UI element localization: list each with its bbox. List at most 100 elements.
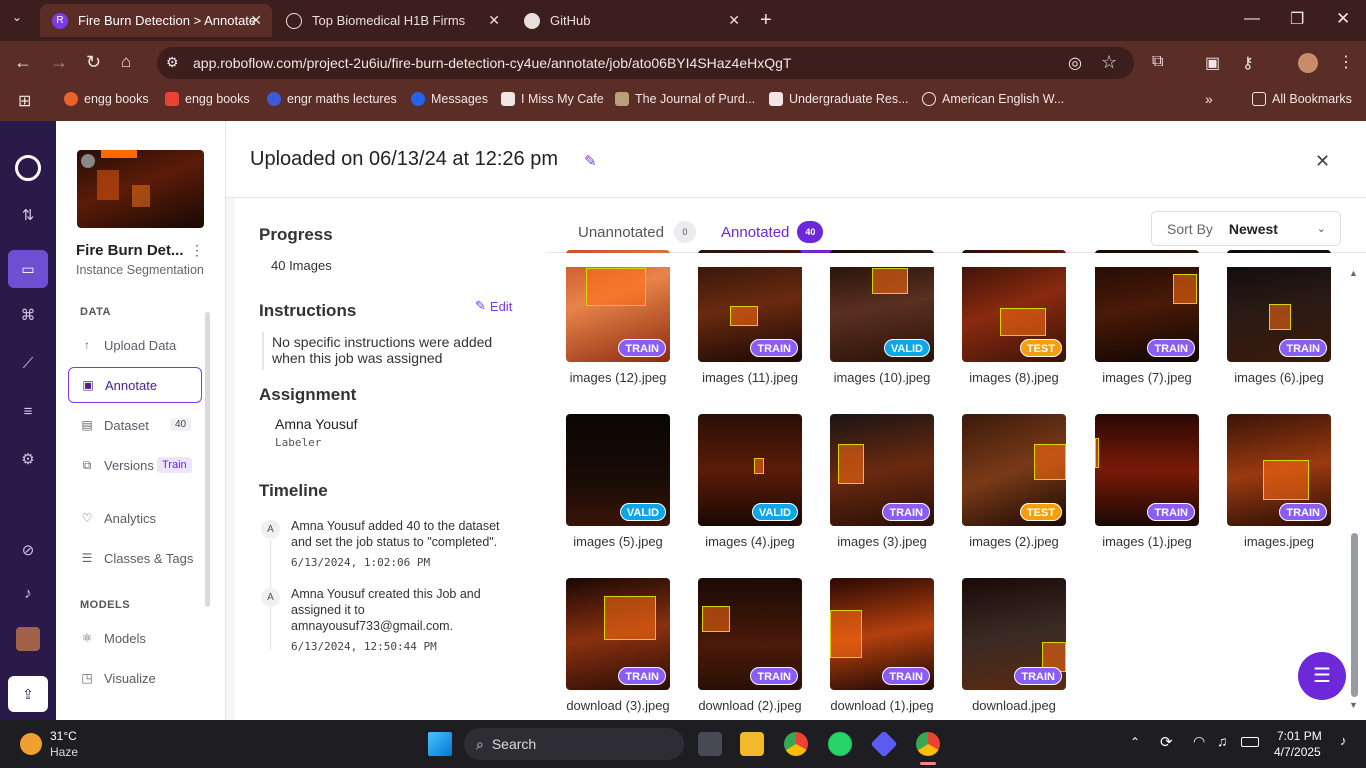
tab-search-icon[interactable]: ⌄ [12,10,22,24]
sidebar-item-upload-data[interactable]: ↑ Upload Data [68,327,202,363]
all-bookmarks[interactable]: All Bookmarks [1252,92,1352,106]
bookmark-1[interactable]: engg books [64,92,149,106]
sidebar-item-versions[interactable]: ⧉ Versions Train [68,447,202,483]
notifications-icon[interactable]: ♪ [18,584,38,604]
home-icon[interactable]: ⌂ [121,52,131,72]
bookmark-7[interactable]: Undergraduate Res... [769,92,909,106]
settings-icon[interactable]: ⚙ [18,450,38,470]
bookmark-6[interactable]: The Journal of Purd... [615,92,755,106]
image-thumbnail[interactable]: TRAIN [698,578,802,690]
annotation-box [1034,444,1066,480]
sidebar-item-visualize[interactable]: ◳ Visualize [68,660,202,696]
image-thumbnail[interactable]: TRAIN [566,578,670,690]
edit-title-icon[interactable]: ✎ [584,152,597,170]
new-tab-icon[interactable]: + [760,9,772,32]
forward-icon[interactable]: → [50,52,68,73]
image-thumbnail[interactable]: TRAIN [962,578,1066,690]
password-key-icon[interactable]: ⚷ [1242,53,1254,73]
taskbar-search[interactable]: ⌕ Search [464,728,684,760]
bookmark-4[interactable]: Messages [411,92,488,106]
universe-icon[interactable]: ⊘ [18,541,38,561]
tab-unannotated[interactable]: Unannotated 0 [578,221,696,243]
projects-icon[interactable]: ▭ [8,250,48,288]
deployments-icon[interactable]: ≡ [18,402,38,422]
bookmark-8[interactable]: American English W... [922,92,1064,106]
chat-support-button[interactable]: ☰ [1298,652,1346,700]
close-job-icon[interactable]: ✕ [1315,151,1330,172]
minimize-icon[interactable]: — [1244,10,1260,28]
project-thumbnail[interactable] [77,150,204,228]
task-view-icon[interactable] [698,732,722,756]
close-tab-icon[interactable]: ✕ [728,12,740,29]
chrome-active-icon[interactable] [916,732,940,756]
grid-scrollbar-thumb[interactable] [1351,533,1358,697]
sync-icon[interactable]: ⟳ [1160,733,1173,751]
eye-off-icon[interactable]: ◎ [1068,53,1082,73]
image-thumbnail[interactable]: TRAIN [830,414,934,526]
battery-icon[interactable] [1241,737,1259,747]
close-tab-icon[interactable]: ✕ [488,12,500,29]
weather-temp: 31°C [50,729,77,743]
sidebar-item-models[interactable]: ⚛ Models [68,620,202,656]
wifi-icon[interactable]: ◠ [1193,733,1205,750]
whatsapp-icon[interactable] [828,732,852,756]
sort-dropdown[interactable]: Sort By Newest ⌄ [1151,211,1341,246]
image-thumbnail[interactable]: VALID [698,414,802,526]
url-text[interactable]: app.roboflow.com/project-2u6iu/fire-burn… [193,55,791,71]
chrome-taskbar-icon[interactable] [784,732,808,756]
image-thumbnail[interactable]: TRAIN [1095,414,1199,526]
file-explorer-icon[interactable] [740,732,764,756]
image-thumbnail[interactable]: TRAIN [1227,414,1331,526]
bookmark-2[interactable]: engg books [165,92,250,106]
image-thumbnail[interactable]: TEST [962,414,1066,526]
site-info-icon[interactable]: ⚙ [166,54,179,71]
close-window-icon[interactable]: ✕ [1336,9,1350,29]
start-icon[interactable] [428,732,452,756]
tray-chevron-icon[interactable]: ⌃ [1130,735,1140,749]
tab-biomedical[interactable]: Top Biomedical H1B Firms ✕ [274,4,510,37]
tab-fire-burn[interactable]: R Fire Burn Detection > Annotate ✕ [40,4,272,37]
bookmark-5[interactable]: I Miss My Cafe [501,92,604,106]
sidebar-item-annotate[interactable]: ▣ Annotate [68,367,202,403]
sidebar-scrollbar[interactable] [205,312,210,607]
maximize-icon[interactable]: ❐ [1290,9,1304,29]
user-avatar[interactable] [16,627,40,651]
bookmark-3[interactable]: engr maths lectures [267,92,397,106]
back-icon[interactable]: ← [14,52,32,73]
close-tab-icon[interactable]: ✕ [250,12,262,29]
timeline-heading: Timeline [259,481,328,500]
reload-icon[interactable]: ↻ [86,52,101,73]
edit-instructions-button[interactable]: ✎ Edit [475,298,512,314]
doc-icon [501,92,515,106]
switch-project-icon[interactable]: ⇅ [18,206,38,226]
scroll-down-arrow-icon[interactable]: ▼ [1349,700,1358,710]
upload-icon[interactable]: ⇪ [8,676,48,712]
clock-date[interactable]: 4/7/2025 [1274,745,1321,759]
more-bookmarks-icon[interactable]: » [1205,91,1213,107]
tab-github[interactable]: GitHub ✕ [512,4,750,37]
roboflow-logo[interactable] [15,155,41,181]
sidebar-item-analytics[interactable]: ♡ Analytics [68,500,202,536]
image-thumbnail[interactable]: TRAIN [830,578,934,690]
clock-time[interactable]: 7:01 PM [1277,729,1322,743]
scroll-up-arrow-icon[interactable]: ▲ [1349,268,1358,278]
image-filename: download (1).jpeg [830,698,934,713]
volume-icon[interactable]: ♫ [1217,733,1228,749]
notification-bell-icon[interactable]: ♪ [1340,733,1347,748]
translate-icon[interactable]: ▣ [1205,53,1220,73]
tab-annotated[interactable]: Annotated 40 [721,221,824,243]
extensions-icon[interactable]: ⧉ [1152,53,1163,71]
visualize-icon: ◳ [81,671,93,685]
menu-icon[interactable]: ⋮ [1338,52,1354,72]
sidebar-item-classes-tags[interactable]: ☰ Classes & Tags [68,540,202,576]
analytics-icon: ♡ [81,511,93,525]
workflows-icon[interactable]: ⌘ [18,306,38,326]
weather-icon[interactable] [20,733,42,755]
apps-grid-icon[interactable]: ⊞ [18,91,31,111]
project-menu-icon[interactable]: ⋮ [190,242,204,259]
profile-avatar[interactable] [1298,53,1318,73]
bookmark-star-icon[interactable]: ☆ [1101,52,1117,73]
sidebar-item-dataset[interactable]: ▤ Dataset 40 [68,407,202,443]
image-thumbnail[interactable]: VALID [566,414,670,526]
analytics-rail-icon[interactable]: ⟋ [18,354,38,374]
